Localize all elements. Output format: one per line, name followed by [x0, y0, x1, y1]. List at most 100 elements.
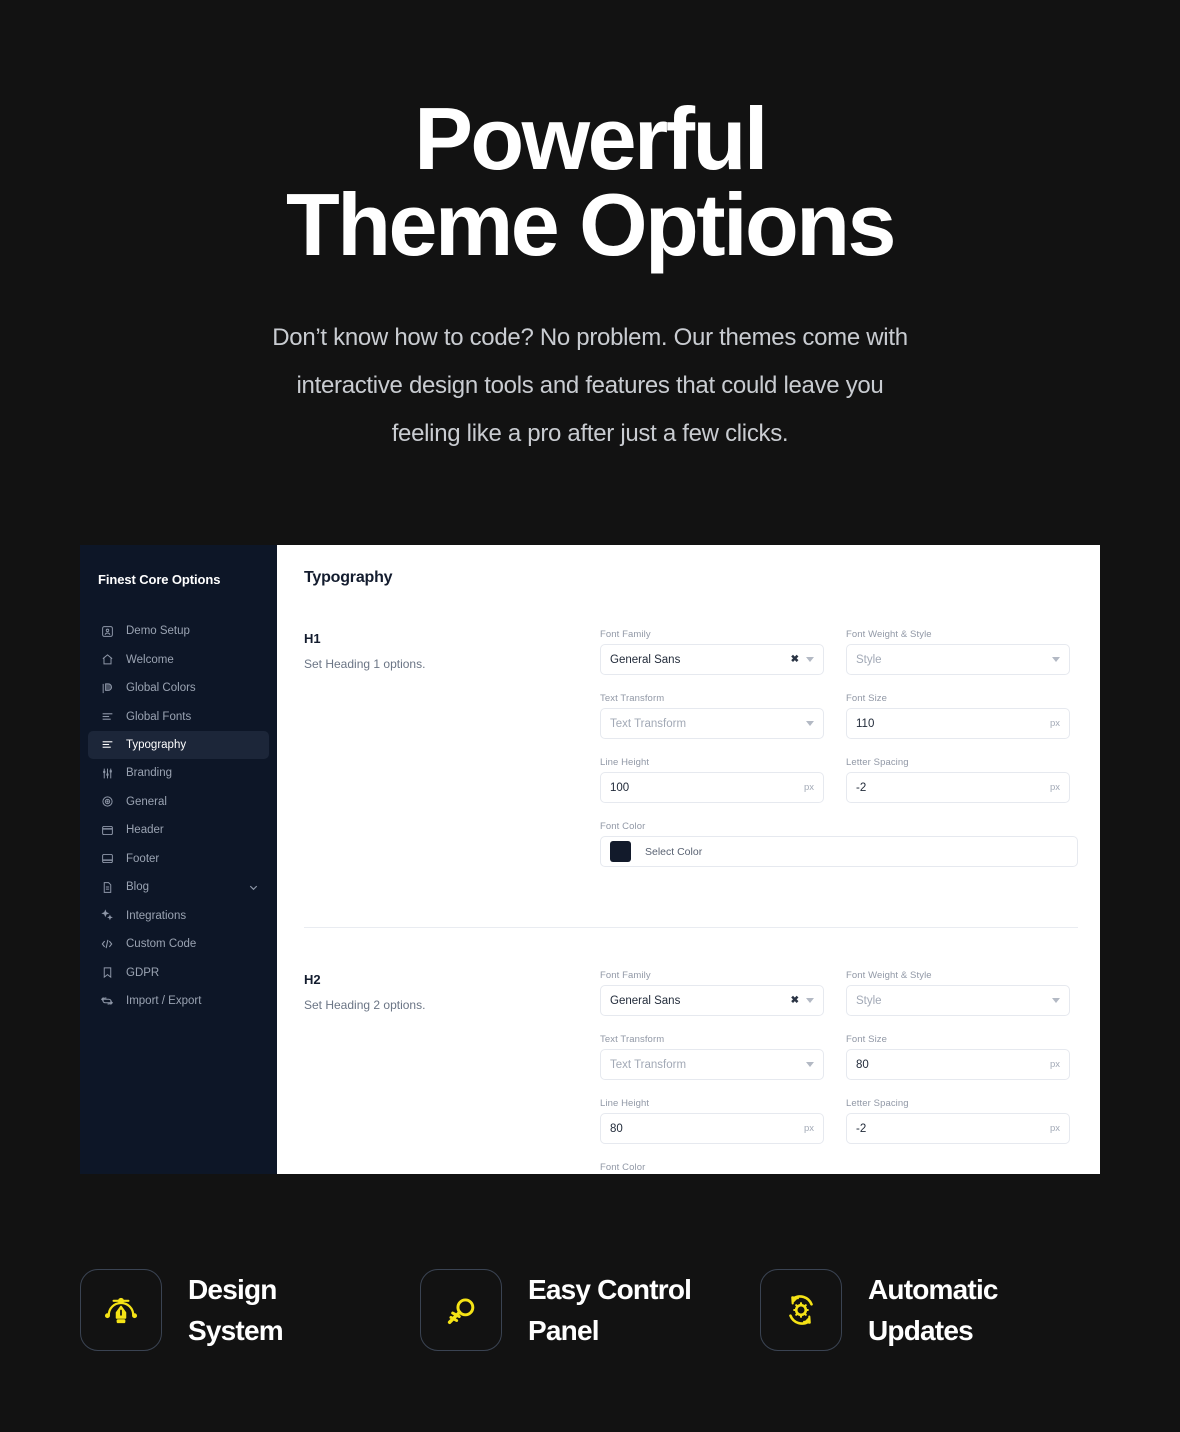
line-height-input[interactable]: 100 px — [600, 772, 824, 803]
clear-icon[interactable]: ✖ — [791, 654, 799, 665]
font-family-select[interactable]: General Sans ✖ — [600, 985, 824, 1016]
sidebar-item-global-colors[interactable]: Global Colors — [80, 674, 277, 702]
chevron-down-icon[interactable] — [806, 998, 814, 1003]
font-color-picker[interactable]: Select Color — [600, 836, 1078, 867]
field-font-family: Font Family General Sans ✖ — [600, 629, 824, 675]
font-weight-placeholder: Style — [856, 994, 882, 1007]
font-size-value: 110 — [856, 717, 875, 730]
sidebar-item-label: Demo Setup — [126, 625, 190, 637]
letter-spacing-input[interactable]: -2 px — [846, 772, 1070, 803]
sidebar-item-import-export[interactable]: Import / Export — [80, 987, 277, 1015]
text-transform-select[interactable]: Text Transform — [600, 708, 824, 739]
field-label: Font Color — [600, 1162, 646, 1173]
font-size-input[interactable]: 80 px — [846, 1049, 1070, 1080]
field-label: Font Color — [600, 821, 646, 832]
font-weight-select[interactable]: Style — [846, 644, 1070, 675]
sliders-icon — [100, 766, 114, 780]
footer-layout-icon — [100, 852, 114, 866]
page-subtitle-line-1: Don’t know how to code? No problem. Our … — [272, 324, 908, 352]
chevron-down-icon[interactable] — [1052, 998, 1060, 1003]
bookmark-icon — [100, 966, 114, 980]
field-font-family: Font Family General Sans ✖ — [600, 970, 824, 1016]
field-font-color: Font Color Select Color — [600, 1162, 1078, 1174]
line-height-value: 80 — [610, 1122, 623, 1135]
text-transform-select[interactable]: Text Transform — [600, 1049, 824, 1080]
font-color-placeholder: Select Color — [645, 845, 703, 858]
font-size-unit: px — [1049, 1059, 1060, 1070]
chevron-down-icon[interactable] — [806, 657, 814, 662]
sidebar-item-gdpr[interactable]: GDPR — [80, 959, 277, 987]
content-title: Typography — [304, 569, 393, 586]
sidebar-item-header[interactable]: Header — [80, 816, 277, 844]
field-font-size: Font Size 80 px — [846, 1034, 1070, 1080]
font-family-value: General Sans — [610, 653, 681, 666]
letter-spacing-input[interactable]: -2 px — [846, 1113, 1070, 1144]
feature-label: Automatic Updates — [868, 1269, 999, 1351]
field-letter-spacing: Letter Spacing -2 px — [846, 1098, 1070, 1144]
sidebar-item-integrations[interactable]: Integrations — [80, 902, 277, 930]
sidebar-item-blog[interactable]: Blog — [80, 873, 277, 901]
pen-tool-icon — [80, 1269, 162, 1351]
chevron-down-icon[interactable] — [806, 1062, 814, 1067]
page-subtitle-line-2: interactive design tools and features th… — [296, 372, 884, 400]
feature-label-line-2: Updates — [868, 1315, 974, 1346]
field-label: Font Weight & Style — [846, 629, 932, 640]
section-description-h2: H2 Set Heading 2 options. — [304, 970, 600, 1174]
theme-options-screenshot: Finest Core Options Demo Setup Welcome G… — [80, 545, 1100, 1174]
feature-easy-control-panel: Easy Control Panel — [420, 1269, 760, 1351]
feature-label: Design System — [188, 1269, 284, 1351]
field-font-weight-style: Font Weight & Style Style — [846, 970, 1070, 1016]
sidebar-item-label: Header — [126, 824, 164, 836]
section-subtext: Set Heading 2 options. — [304, 998, 426, 1012]
line-height-input[interactable]: 80 px — [600, 1113, 824, 1144]
sidebar-item-general[interactable]: General — [80, 788, 277, 816]
feature-label-line-1: Automatic — [868, 1274, 999, 1305]
field-label: Line Height — [600, 757, 650, 768]
sidebar-item-welcome[interactable]: Welcome — [80, 646, 277, 674]
sidebar-nav: Demo Setup Welcome Global Colors Global … — [80, 617, 277, 1015]
letter-spacing-value: -2 — [856, 1122, 867, 1135]
field-label: Font Size — [846, 693, 888, 704]
section-fields-h2: Font Family General Sans ✖ Font Weight &… — [600, 970, 1078, 1174]
sidebar-item-branding[interactable]: Branding — [80, 759, 277, 787]
page-title-line-2: Theme Options — [286, 175, 897, 275]
sidebar-item-label: Import / Export — [126, 995, 202, 1007]
sidebar-item-demo-setup[interactable]: Demo Setup — [80, 617, 277, 645]
field-text-transform: Text Transform Text Transform — [600, 1034, 824, 1080]
sidebar-item-label: GDPR — [126, 966, 160, 979]
chevron-down-icon[interactable] — [806, 721, 814, 726]
sidebar-item-custom-code[interactable]: Custom Code — [80, 930, 277, 958]
font-size-value: 80 — [856, 1058, 869, 1071]
field-font-weight-style: Font Weight & Style Style — [846, 629, 1070, 675]
text-lines-icon — [100, 710, 114, 724]
clear-icon[interactable]: ✖ — [791, 995, 799, 1006]
color-swatch[interactable] — [610, 841, 631, 862]
line-height-unit: px — [803, 1123, 814, 1134]
field-label: Font Family — [600, 629, 651, 640]
image-user-icon — [100, 624, 114, 638]
sidebar-item-global-fonts[interactable]: Global Fonts — [80, 703, 277, 731]
page-title: Powerful Theme Options — [0, 94, 1180, 275]
section-heading: H1 — [304, 631, 321, 646]
sidebar-title: Finest Core Options — [98, 572, 221, 587]
field-line-height: Line Height 100 px — [600, 757, 824, 803]
chevron-down-icon[interactable] — [248, 882, 259, 893]
sidebar-item-typography[interactable]: Typography — [88, 730, 269, 759]
color-palette-icon — [100, 681, 114, 695]
font-weight-select[interactable]: Style — [846, 985, 1070, 1016]
font-family-select[interactable]: General Sans ✖ — [600, 644, 824, 675]
header-layout-icon — [100, 823, 114, 837]
code-brackets-icon — [100, 937, 114, 951]
field-font-color: Font Color Select Color — [600, 821, 1078, 867]
text-transform-placeholder: Text Transform — [610, 1058, 687, 1071]
feature-label-line-1: Easy Control — [528, 1274, 692, 1305]
sidebar-item-footer[interactable]: Footer — [80, 845, 277, 873]
auto-update-gear-icon — [760, 1269, 842, 1351]
sparkle-icon — [100, 909, 114, 923]
font-size-input[interactable]: 110 px — [846, 708, 1070, 739]
chevron-down-icon[interactable] — [1052, 657, 1060, 662]
field-font-size: Font Size 110 px — [846, 693, 1070, 739]
sidebar-item-label: Blog — [126, 881, 150, 893]
home-icon — [100, 653, 114, 667]
field-label: Font Weight & Style — [846, 970, 932, 981]
